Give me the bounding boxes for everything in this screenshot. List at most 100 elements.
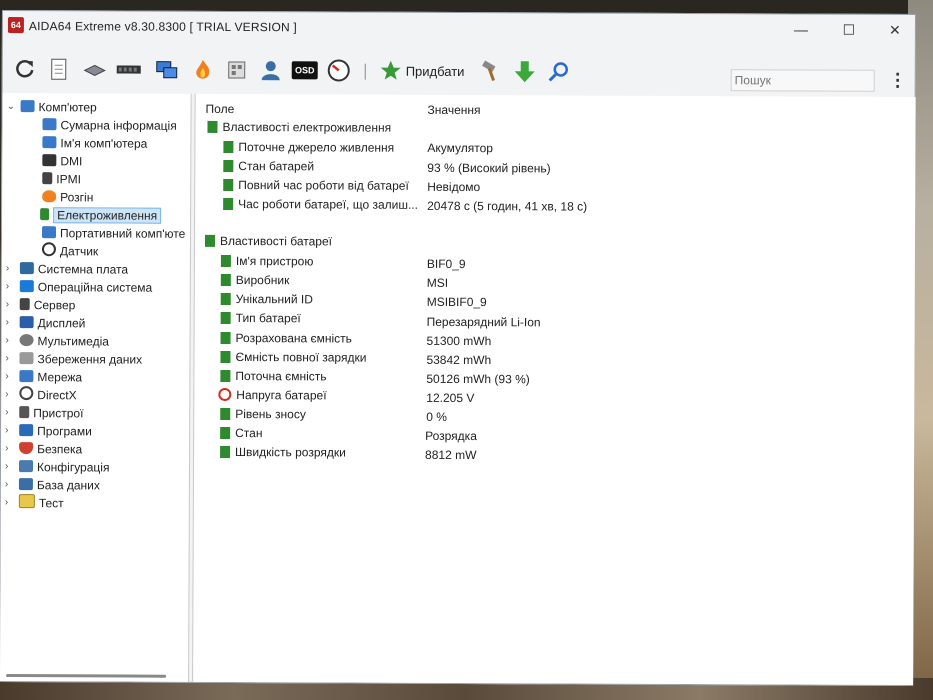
horizontal-scrollbar[interactable]	[6, 674, 167, 678]
motherboard-icon[interactable]	[81, 55, 109, 83]
chevron-right-icon[interactable]: ›	[6, 278, 16, 296]
chevron-right-icon[interactable]: ›	[5, 422, 15, 440]
overclock-flame-icon[interactable]	[189, 56, 217, 84]
tree-item-sensor[interactable]: Датчик	[41, 242, 98, 260]
chevron-right-icon[interactable]: ›	[5, 350, 15, 368]
battery-icon	[204, 234, 216, 247]
tree-item-display[interactable]: › Дисплей	[6, 314, 86, 332]
tree-item-motherboard[interactable]: › Системна плата	[6, 260, 128, 278]
database-icon	[18, 478, 33, 491]
chevron-right-icon[interactable]: ›	[5, 440, 15, 458]
chevron-right-icon[interactable]: ›	[5, 386, 15, 404]
tree-item-portable[interactable]: Портативний комп'юте	[42, 224, 185, 243]
tree-item-devices[interactable]: › Пристрої	[5, 404, 83, 422]
property-row[interactable]: Поточне джерело живлення	[223, 138, 394, 158]
battery-icon	[220, 311, 231, 325]
property-row[interactable]: Швидкість розрядки	[220, 443, 346, 463]
property-row[interactable]: Повний час роботи від батареї	[223, 176, 409, 196]
battery-icon	[223, 140, 234, 154]
property-row[interactable]: Виробник	[220, 271, 290, 290]
property-value: 20478 с (5 годин, 41 хв, 18 с)	[427, 198, 588, 214]
property-row[interactable]: Ємність повної зарядки	[220, 348, 366, 368]
osd-icon[interactable]: OSD	[291, 56, 319, 84]
tree-item-multimedia[interactable]: › Мультимедіа	[6, 332, 109, 350]
minimize-button[interactable]: —	[781, 18, 821, 40]
battery-icon	[223, 197, 234, 211]
chevron-right-icon[interactable]: ›	[5, 368, 15, 386]
toolbar: OSD Придбати ⋮	[3, 45, 915, 101]
buy-star-icon[interactable]	[377, 57, 405, 85]
column-header-value[interactable]: Значення	[428, 103, 481, 117]
sensor-gauge-icon	[41, 242, 56, 257]
more-options-button[interactable]: ⋮	[889, 70, 907, 91]
property-row[interactable]: Поточна ємність	[220, 367, 327, 386]
app-window: 64 AIDA64 Extreme v8.30.8300 [ TRIAL VER…	[0, 10, 916, 686]
column-header-field[interactable]: Поле	[206, 102, 235, 116]
windows-icon	[19, 280, 34, 293]
property-value: Акумулятор	[427, 140, 494, 156]
tree-item-dmi[interactable]: DMI	[42, 152, 82, 170]
tree-item-network[interactable]: › Мережа	[5, 368, 82, 386]
laptop-icon	[42, 226, 57, 239]
property-value: BIF0_9	[426, 256, 466, 272]
search-input[interactable]	[730, 69, 875, 92]
search-icon[interactable]	[545, 57, 573, 85]
user-icon[interactable]	[257, 56, 285, 84]
tree-item-server[interactable]: › Сервер	[6, 296, 76, 314]
property-row[interactable]: Ім'я пристрою	[220, 252, 314, 271]
tree-item-computer-name[interactable]: Ім'я комп'ютера	[42, 134, 147, 152]
tree-item-power[interactable]: Електроживлення	[40, 206, 162, 225]
details-panel: Поле Значення Властивості електроживленн…	[192, 93, 916, 685]
close-button[interactable]: ✕	[875, 19, 915, 41]
property-row[interactable]: Стан батарей	[223, 157, 314, 176]
property-row[interactable]: Час роботи батареї, що залиш...	[223, 195, 418, 215]
battery-icon	[223, 178, 234, 192]
property-row[interactable]: Унікальний ID	[220, 290, 313, 309]
tree-item-os[interactable]: › Операційна система	[6, 278, 152, 297]
tree-item-summary[interactable]: Сумарна інформація	[42, 116, 177, 135]
tree-item-overclock[interactable]: Розгін	[42, 188, 93, 206]
tree-item-storage[interactable]: › Збереження даних	[5, 350, 142, 369]
chevron-down-icon[interactable]: ⌄	[7, 98, 17, 116]
chevron-right-icon[interactable]: ›	[5, 494, 15, 512]
voltage-icon	[218, 387, 232, 402]
battery-icon	[207, 120, 218, 133]
chevron-right-icon[interactable]: ›	[6, 332, 16, 350]
report-icon[interactable]	[45, 55, 73, 83]
tree-item-config[interactable]: › Конфігурація	[5, 458, 110, 476]
network-icon[interactable]	[153, 56, 181, 84]
memory-icon[interactable]	[115, 55, 143, 83]
tree-item-software[interactable]: › Програми	[5, 422, 92, 440]
property-value: Невідомо	[427, 179, 481, 195]
aida64-logo-icon: 64	[7, 17, 24, 34]
benchmark-icon	[18, 494, 35, 509]
property-row[interactable]: Рівень зносу	[220, 405, 306, 424]
chevron-right-icon[interactable]: ›	[5, 458, 15, 476]
maximize-button[interactable]: ☐	[829, 19, 869, 41]
chevron-right-icon[interactable]: ›	[5, 476, 15, 494]
sensor-gauge-icon[interactable]	[325, 56, 353, 84]
tree-item-database[interactable]: › База даних	[5, 476, 100, 494]
tools-hammer-icon[interactable]	[477, 57, 505, 85]
chevron-right-icon[interactable]: ›	[6, 314, 16, 332]
config-icon[interactable]	[223, 56, 251, 84]
tree-item-ipmi[interactable]: IPMI	[42, 170, 81, 188]
property-row[interactable]: Напруга батареї	[218, 386, 327, 405]
chevron-right-icon[interactable]: ›	[6, 296, 16, 314]
property-row[interactable]: Розрахована ємність	[220, 329, 352, 349]
battery-icon	[220, 331, 231, 345]
tree-item-directx[interactable]: › DirectX	[5, 386, 77, 404]
property-value: 53842 mWh	[426, 352, 492, 368]
chevron-right-icon[interactable]: ›	[5, 404, 15, 422]
refresh-icon[interactable]	[11, 55, 39, 83]
tree-item-security[interactable]: › Безпека	[5, 440, 82, 458]
buy-button[interactable]: Придбати	[406, 64, 465, 79]
download-arrow-icon[interactable]	[511, 57, 539, 85]
property-row[interactable]: Тип батареї	[220, 309, 301, 328]
programs-icon	[19, 424, 34, 437]
tree-item-benchmark[interactable]: › Тест	[5, 494, 64, 512]
tree-item-computer[interactable]: ⌄ Комп'ютер	[7, 98, 97, 116]
property-value: Перезарядний Li-Ion	[426, 314, 541, 330]
property-row[interactable]: Стан	[220, 424, 263, 443]
chevron-right-icon[interactable]: ›	[6, 260, 16, 278]
